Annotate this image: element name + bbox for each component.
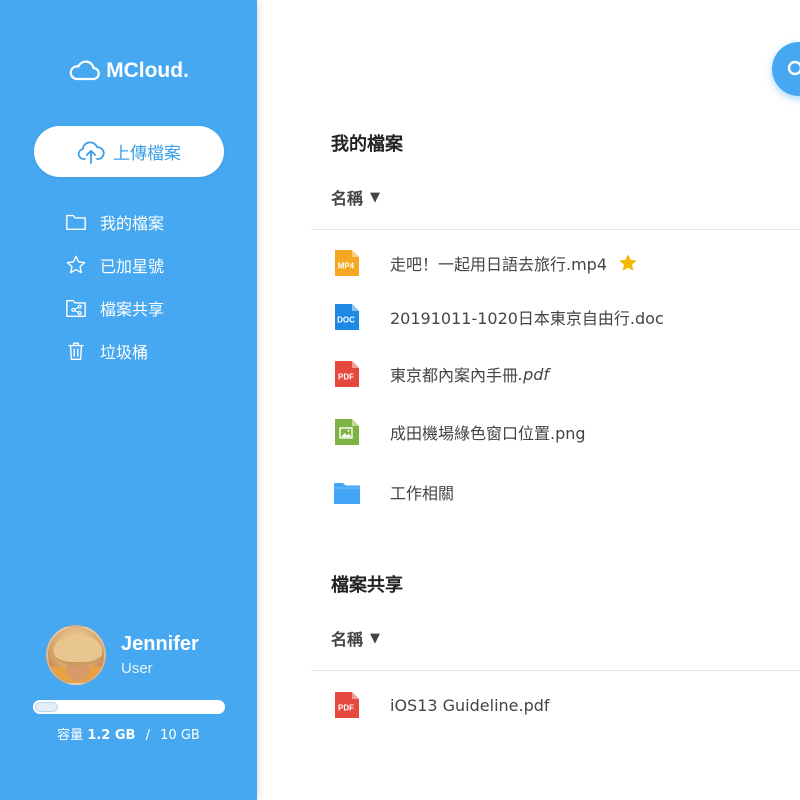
avatar[interactable]	[46, 625, 106, 685]
sidebar: MCloud. 上傳檔案 我的檔案 已加星號 檔案共享 垃圾桶 Jennifer…	[0, 0, 257, 800]
storage-used: 1.2 GB	[87, 728, 136, 743]
shared-folder-icon	[66, 299, 86, 317]
sort-down-icon: ▼	[370, 189, 381, 205]
pdf-file-icon: PDF	[335, 361, 359, 387]
search-button[interactable]	[772, 42, 800, 96]
sidebar-item-label: 我的檔案	[100, 213, 165, 233]
svg-text:PDF: PDF	[338, 373, 354, 382]
cloud-icon	[69, 60, 100, 81]
sidebar-item-label: 垃圾桶	[100, 342, 149, 362]
file-name: 工作相關	[390, 484, 455, 503]
image-file-icon	[335, 419, 359, 445]
mp4-file-icon: MP4	[335, 250, 359, 276]
doc-file-icon: DOC	[335, 304, 359, 330]
file-row[interactable]: 工作相關	[311, 470, 800, 514]
pdf-file-icon: PDF	[335, 692, 359, 718]
upload-file-button[interactable]: 上傳檔案	[34, 126, 224, 177]
section-title-my-files: 我的檔案	[331, 134, 403, 155]
sidebar-item-trash[interactable]: 垃圾桶	[64, 329, 164, 372]
file-name: 成田機場綠色窗口位置.png	[390, 424, 586, 443]
svg-text:DOC: DOC	[337, 316, 355, 325]
star-icon	[66, 255, 86, 273]
name-column-header[interactable]: 名稱 ▼	[331, 185, 380, 209]
file-name-container: 東京都內案內手冊 .pdf	[390, 362, 549, 386]
name-column-header[interactable]: 名稱 ▼	[331, 626, 380, 650]
storage-progress-fill	[35, 702, 58, 712]
svg-text:PDF: PDF	[338, 704, 354, 713]
sidebar-item-shared[interactable]: 檔案共享	[64, 286, 164, 329]
trash-icon	[68, 342, 84, 360]
file-name: iOS13 Guideline.pdf	[390, 695, 550, 715]
header-divider	[311, 670, 800, 671]
file-row[interactable]: MP4 走吧！一起用日語去旅行.mp4	[311, 241, 800, 285]
sidebar-item-starred[interactable]: 已加星號	[64, 243, 164, 286]
upload-file-label: 上傳檔案	[113, 144, 181, 164]
user-role: User	[121, 660, 153, 677]
section-title-shared: 檔案共享	[331, 575, 403, 596]
user-profile[interactable]: Jennifer User	[46, 625, 199, 685]
file-extension: .pdf	[518, 364, 550, 384]
file-row[interactable]: 成田機場綠色窗口位置.png	[311, 410, 800, 454]
file-name: 20191011-1020日本東京自由行.doc	[390, 309, 664, 328]
file-name: 走吧！一起用日語去旅行.mp4	[390, 255, 608, 274]
storage-progress-bar	[33, 700, 225, 714]
storage-usage-text: 容量 1.2 GB / 10 GB	[0, 724, 257, 743]
sidebar-item-label: 已加星號	[100, 256, 165, 276]
app-logo[interactable]: MCloud.	[0, 56, 257, 86]
folder-icon	[334, 483, 360, 504]
sidebar-item-label: 檔案共享	[100, 299, 165, 319]
app-name: MCloud.	[106, 59, 189, 82]
user-name: Jennifer	[121, 633, 199, 655]
search-icon	[787, 60, 800, 76]
header-divider	[311, 229, 800, 230]
file-name: 東京都內案內手冊	[390, 366, 519, 385]
cloud-upload-icon	[77, 140, 105, 164]
folder-icon	[66, 214, 86, 230]
starred-icon[interactable]	[617, 252, 639, 274]
avatar-hat	[54, 635, 102, 665]
storage-separator: /	[145, 728, 150, 743]
storage-total: 10 GB	[160, 728, 200, 743]
name-column-label: 名稱	[331, 630, 364, 649]
storage-label: 容量	[57, 728, 84, 743]
file-name-container: 走吧！一起用日語去旅行.mp4	[390, 251, 639, 275]
sort-down-icon: ▼	[370, 630, 381, 646]
sidebar-nav: 我的檔案 已加星號 檔案共享 垃圾桶	[64, 200, 164, 372]
svg-text:MP4: MP4	[338, 262, 355, 271]
file-row[interactable]: DOC 20191011-1020日本東京自由行.doc	[311, 295, 800, 339]
sidebar-item-my-files[interactable]: 我的檔案	[64, 200, 164, 243]
name-column-label: 名稱	[331, 189, 364, 208]
file-row[interactable]: PDF iOS13 Guideline.pdf	[311, 683, 800, 727]
file-row[interactable]: PDF 東京都內案內手冊 .pdf	[311, 352, 800, 396]
